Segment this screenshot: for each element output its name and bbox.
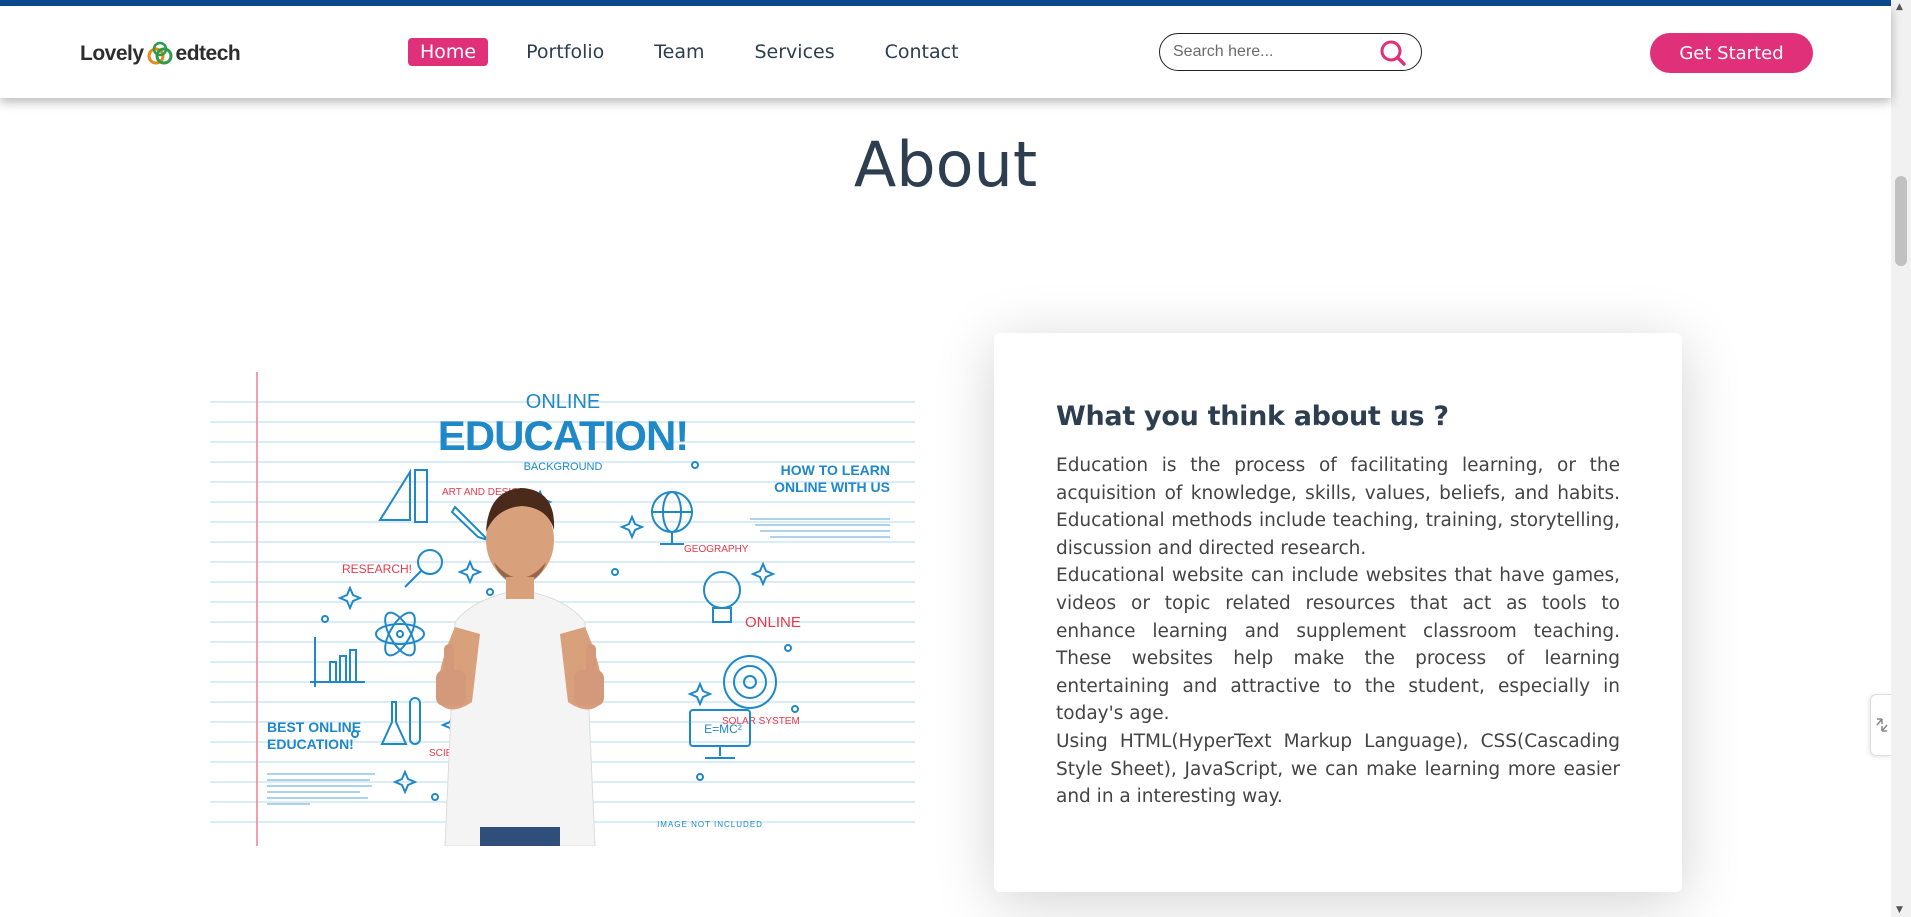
search-input[interactable]	[1173, 43, 1373, 61]
search-box	[1159, 33, 1422, 71]
section-title: About	[853, 128, 1038, 201]
ill-background-text: BACKGROUND	[524, 461, 603, 473]
ill-emc: E=MC²	[704, 722, 742, 736]
ill-online-text: ONLINE	[526, 391, 600, 413]
scrollbar-thumb[interactable]	[1895, 176, 1907, 266]
main-nav: Home Portfolio Team Services Contact	[408, 38, 997, 66]
ill-howto-2: ONLINE WITH US	[774, 479, 890, 495]
nav-item-services[interactable]: Services	[743, 38, 847, 66]
logo-text-right: edtech	[175, 42, 241, 65]
ill-geography: GEOGRAPHY	[684, 544, 749, 555]
ill-research: RESEARCH!	[342, 562, 412, 576]
nav-item-team[interactable]: Team	[642, 38, 716, 66]
nav-item-home[interactable]: Home	[408, 38, 489, 66]
collapse-arrows-icon	[1875, 718, 1888, 732]
logo-knot-icon	[147, 41, 173, 65]
ill-best-online-2: EDUCATION!	[267, 736, 354, 752]
education-illustration: ONLINE EDUCATION! BACKGROUND HOW TO LEAR…	[210, 372, 915, 846]
card-paragraph-3: Using HTML(HyperText Markup Language), C…	[1056, 730, 1620, 808]
logo-text-left: Lovely	[80, 42, 144, 65]
search-icon[interactable]	[1379, 39, 1407, 71]
card-paragraph-1: Education is the process of facilitating…	[1056, 455, 1620, 559]
card-heading: What you think about us ?	[1056, 401, 1449, 432]
page-scrollbar[interactable]: ▲ ▼	[1891, 0, 1911, 917]
get-started-button[interactable]: Get Started	[1650, 33, 1813, 73]
card-paragraph-2: Educational website can include websites…	[1056, 565, 1620, 725]
side-widget-tab[interactable]	[1870, 694, 1892, 756]
ill-online-label: ONLINE	[745, 614, 801, 631]
ill-image-not-included: IMAGE NOT INCLUDED	[657, 820, 763, 829]
nav-item-contact[interactable]: Contact	[873, 38, 971, 66]
scroll-down-icon[interactable]: ▼	[1896, 905, 1903, 915]
brand-logo[interactable]: Lovely edtech	[80, 36, 241, 72]
scroll-up-icon[interactable]: ▲	[1896, 2, 1903, 12]
nav-item-portfolio[interactable]: Portfolio	[514, 38, 616, 66]
ill-howto-1: HOW TO LEARN	[781, 462, 890, 478]
site-header: Lovely edtech Home Portfolio Team Servic…	[0, 6, 1891, 98]
about-card: What you think about us ? Education is t…	[994, 333, 1682, 892]
ill-best-online-1: BEST ONLINE	[267, 719, 361, 735]
ill-education-text: EDUCATION!	[438, 412, 689, 459]
